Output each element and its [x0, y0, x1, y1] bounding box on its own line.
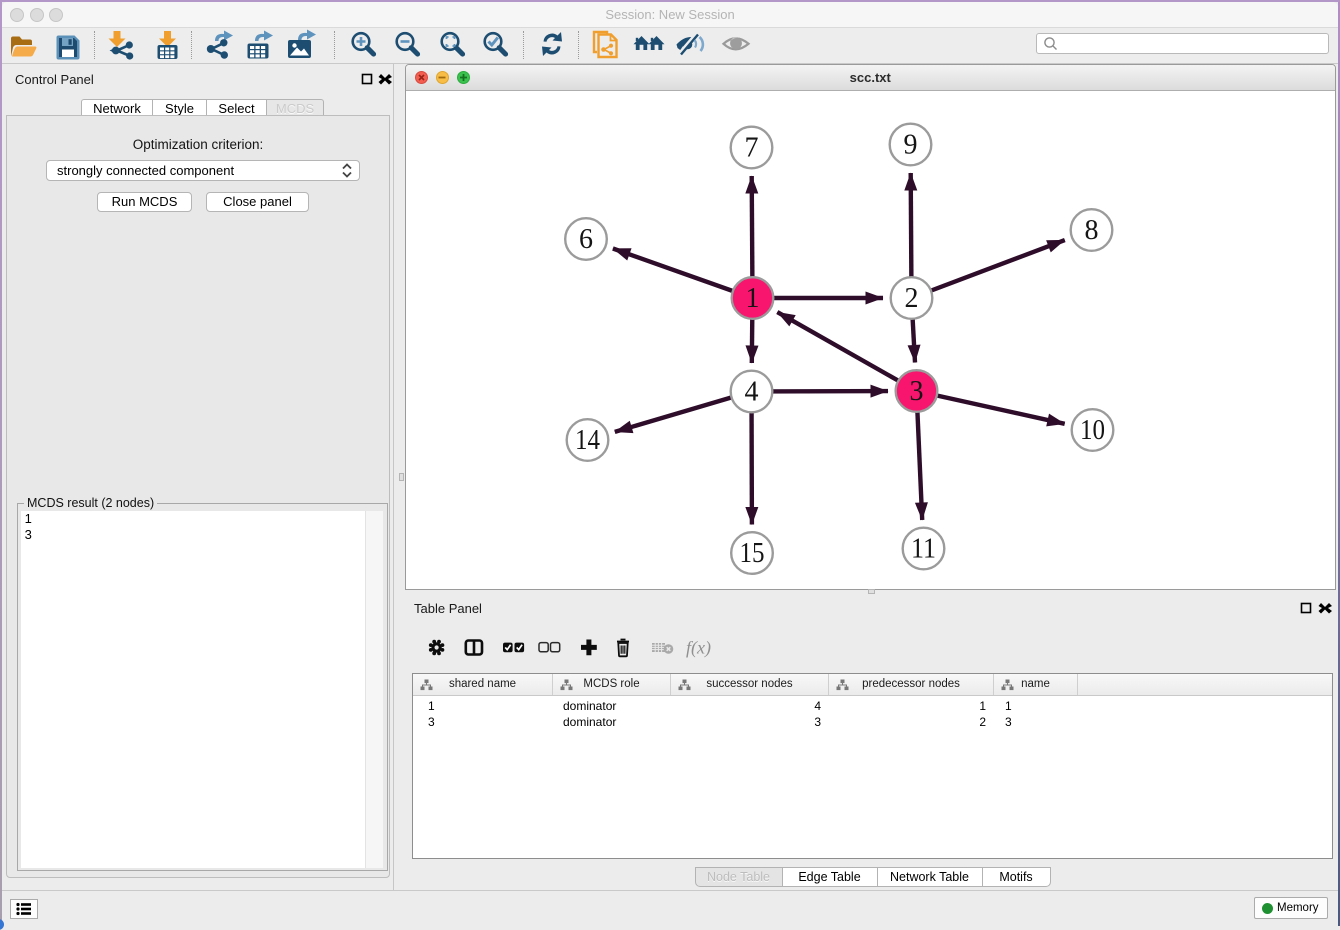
- svg-text:7: 7: [744, 133, 758, 164]
- svg-text:14: 14: [575, 425, 600, 456]
- svg-text:f(x): f(x): [686, 638, 711, 659]
- svg-text:15: 15: [739, 538, 764, 569]
- svg-text:4: 4: [744, 377, 758, 408]
- svg-text:2: 2: [904, 283, 918, 314]
- svg-text:3: 3: [909, 376, 923, 407]
- svg-text:11: 11: [911, 534, 936, 565]
- svg-text:9: 9: [903, 130, 917, 161]
- svg-text:10: 10: [1080, 415, 1105, 446]
- svg-text:6: 6: [579, 224, 593, 255]
- svg-text:8: 8: [1084, 215, 1098, 246]
- svg-text:1: 1: [745, 283, 759, 314]
